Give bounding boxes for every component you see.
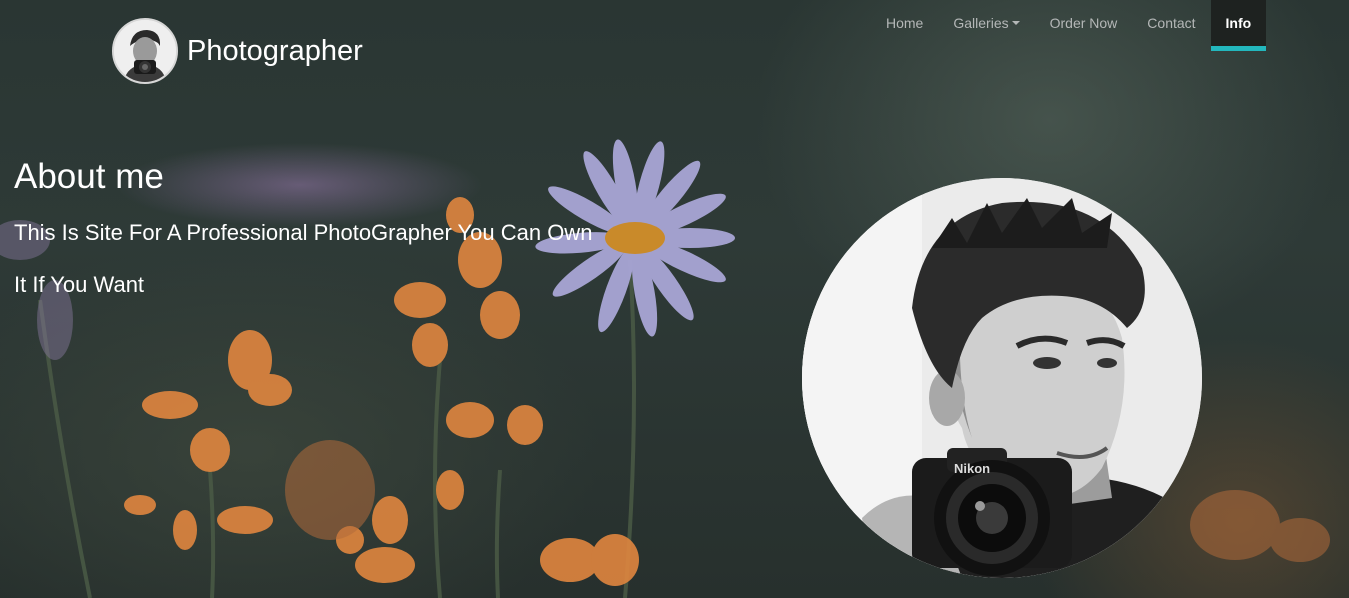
photographer-avatar-icon (112, 18, 178, 84)
photographer-portrait-icon: Nikon (802, 178, 1202, 578)
about-heading: About me (14, 157, 164, 196)
about-description-line-1: This Is Site For A Professional PhotoGra… (14, 220, 593, 245)
nav-item-contact[interactable]: Contact (1132, 0, 1210, 46)
brand[interactable]: Photographer (112, 18, 363, 84)
about-description-line-2: It If You Want (14, 272, 145, 297)
nav-item-info[interactable]: Info (1210, 0, 1267, 51)
nav-item-label: Order Now (1049, 15, 1118, 31)
nav-item-label: Galleries (953, 15, 1009, 31)
brand-title: Photographer (187, 34, 363, 67)
nav-item-label: Home (886, 15, 924, 31)
main-navigation: Home Galleries Order Now Contact Info (871, 0, 1267, 52)
caret-down-icon (1011, 21, 1020, 25)
svg-text:Nikon: Nikon (954, 461, 990, 476)
nav-item-home[interactable]: Home (871, 0, 938, 46)
nav-item-galleries[interactable]: Galleries (938, 0, 1034, 46)
nav-item-label: Contact (1147, 15, 1196, 31)
nav-item-label: Info (1225, 15, 1252, 31)
page: Photographer Home Galleries Order Now Co… (0, 0, 1349, 598)
nav-item-order-now[interactable]: Order Now (1035, 0, 1133, 46)
